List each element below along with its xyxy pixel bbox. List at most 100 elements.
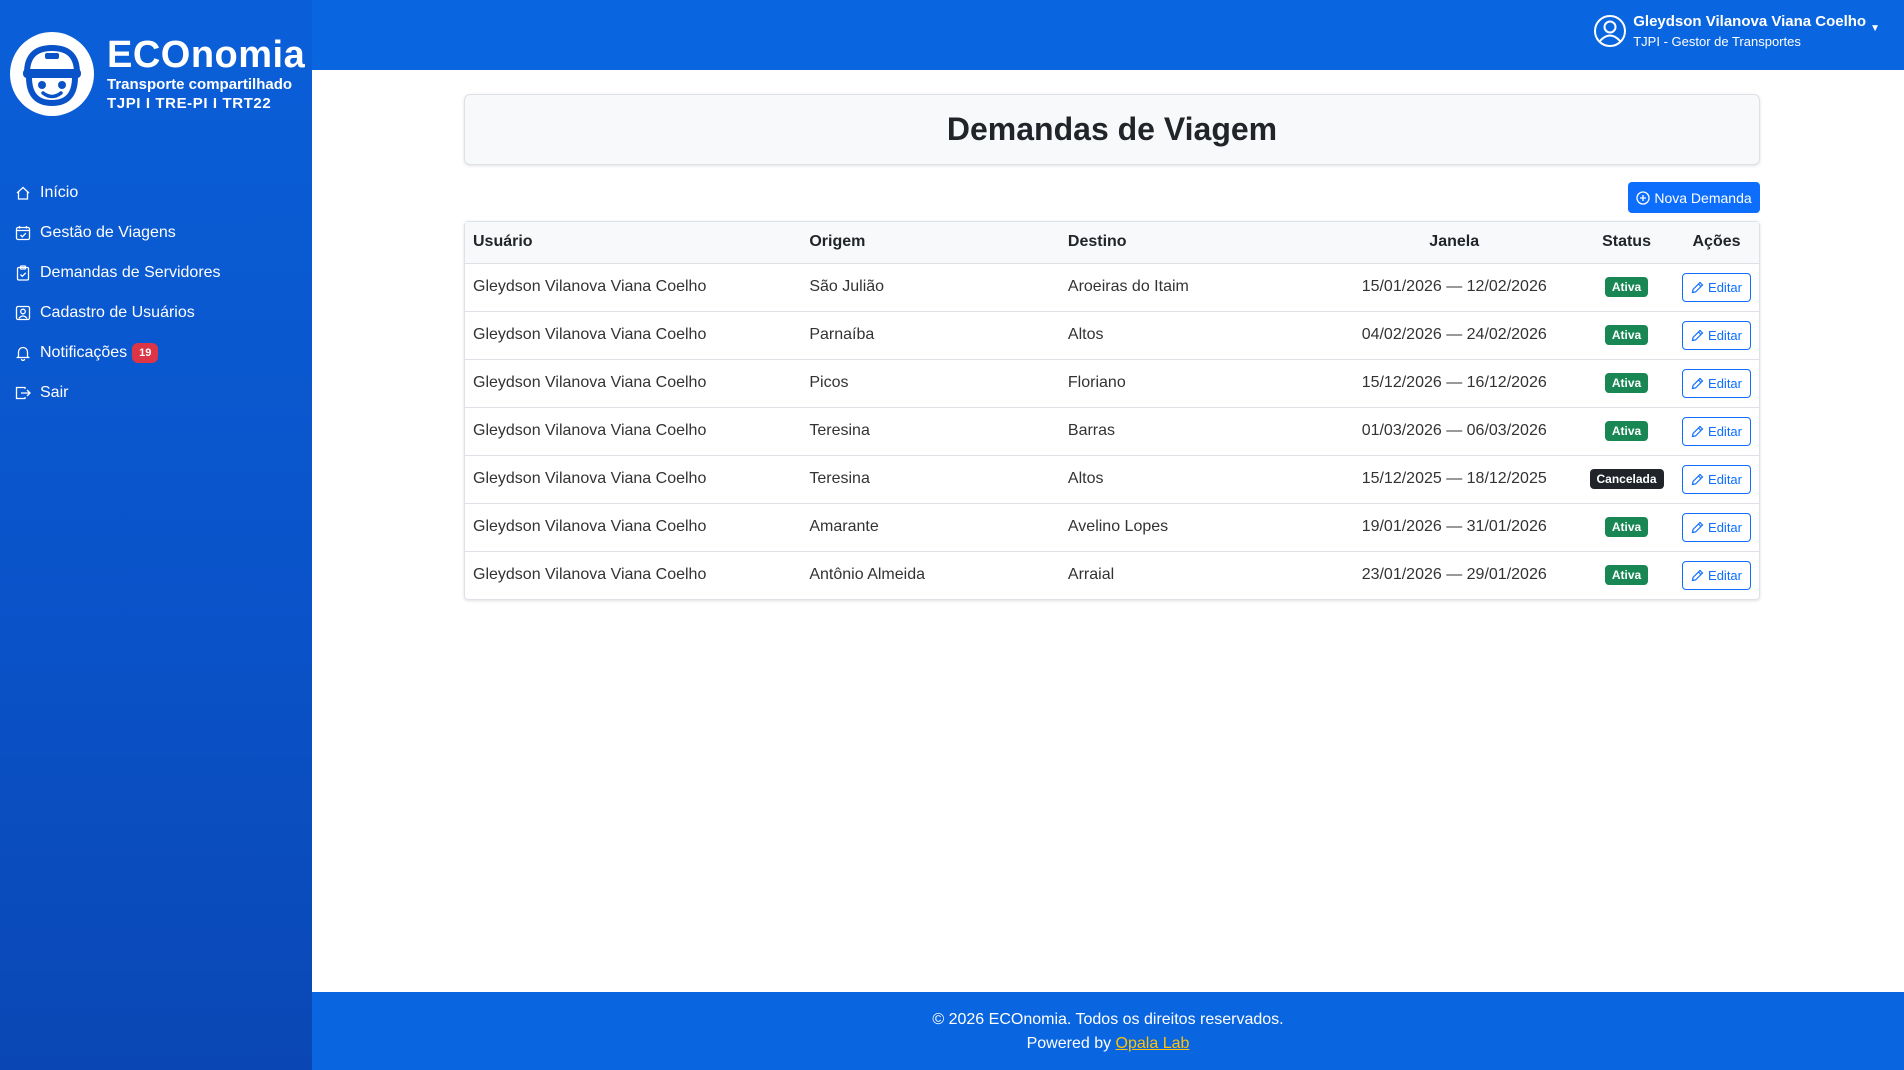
cell-destino: Altos	[1059, 455, 1330, 504]
status-badge: Ativa	[1604, 517, 1649, 537]
edit-button[interactable]: Editar	[1682, 512, 1751, 542]
cell-janela: 19/01/2026 — 31/01/2026	[1329, 503, 1580, 552]
edit-button[interactable]: Editar	[1682, 272, 1751, 302]
edit-button[interactable]: Editar	[1682, 560, 1751, 590]
house-icon	[16, 186, 30, 200]
sidebar-item-notificacoes[interactable]: Notificações 19	[0, 333, 312, 373]
pencil-icon	[1691, 377, 1704, 389]
footer-copyright: © 2026 ECOnomia. Todos os direitos reser…	[932, 1011, 1284, 1028]
demands-table-card: Usuário Origem Destino Janela Status Açõ…	[464, 221, 1760, 600]
cell-destino: Altos	[1059, 311, 1330, 360]
plus-circle-icon	[1636, 190, 1651, 205]
table-row: Gleydson Vilanova Viana Coelho Teresina …	[465, 455, 1759, 504]
table-row: Gleydson Vilanova Viana Coelho Picos Flo…	[465, 359, 1759, 408]
cell-usuario: Gleydson Vilanova Viana Coelho	[465, 503, 802, 552]
table-row: Gleydson Vilanova Viana Coelho Teresina …	[465, 407, 1759, 456]
column-header-acoes: Ações	[1674, 222, 1759, 264]
clipboard-check-icon	[16, 265, 30, 281]
footer: © 2026 ECOnomia. Todos os direitos reser…	[312, 992, 1904, 1070]
table-body: Gleydson Vilanova Viana Coelho São Juliã…	[465, 263, 1759, 599]
table-row: Gleydson Vilanova Viana Coelho São Juliã…	[465, 263, 1759, 312]
demands-table: Usuário Origem Destino Janela Status Açõ…	[465, 222, 1759, 599]
brand-subtitle: Transporte compartilhado	[107, 75, 293, 93]
cell-usuario: Gleydson Vilanova Viana Coelho	[465, 455, 802, 504]
edit-button-label: Editar	[1708, 279, 1742, 295]
cell-origem: São Julião	[801, 263, 1060, 312]
user-role: TJPI - Gestor de Transportes	[1633, 34, 1801, 49]
column-header-destino: Destino	[1059, 222, 1330, 264]
notification-count-badge: 19	[132, 343, 159, 363]
pencil-icon	[1691, 329, 1704, 341]
box-arrow-right-icon	[15, 386, 31, 400]
sidebar-nav: Início Gestão de Viagens Demandas de Ser…	[0, 173, 312, 413]
edit-button[interactable]: Editar	[1682, 464, 1751, 494]
sidebar-item-gestao-viagens[interactable]: Gestão de Viagens	[0, 213, 312, 253]
sidebar: ECOnomia Transporte compartilhado TJPI I…	[0, 0, 312, 1070]
edit-button-label: Editar	[1708, 327, 1742, 343]
user-name: Gleydson Vilanova Viana Coelho	[1633, 13, 1867, 30]
cell-destino: Barras	[1059, 407, 1330, 456]
cell-janela: 04/02/2026 — 24/02/2026	[1329, 311, 1580, 360]
table-row: Gleydson Vilanova Viana Coelho Amarante …	[465, 503, 1759, 552]
sidebar-item-label: Início	[40, 184, 79, 201]
sidebar-item-label: Notificações	[40, 344, 128, 361]
sidebar-item-label: Gestão de Viagens	[40, 224, 176, 241]
edit-button[interactable]: Editar	[1682, 416, 1751, 446]
cell-origem: Antônio Almeida	[809, 566, 925, 584]
caret-down-icon: ▼	[1870, 23, 1880, 34]
cell-destino: Arraial	[1067, 566, 1115, 584]
cell-origem: Parnaíba	[801, 311, 1060, 360]
calendar-check-icon	[15, 226, 31, 241]
pencil-icon	[1691, 521, 1704, 533]
edit-button[interactable]: Editar	[1682, 368, 1751, 398]
pencil-icon	[1691, 425, 1704, 437]
column-header-janela: Janela	[1329, 222, 1580, 264]
edit-button-label: Editar	[1708, 423, 1742, 439]
table-header-row: Usuário Origem Destino Janela Status Açõ…	[465, 222, 1759, 264]
cell-destino: Avelino Lopes	[1059, 503, 1330, 552]
table-row: Gleydson Vilanova Viana Coelho Parnaíba …	[465, 311, 1759, 360]
new-demand-button[interactable]: Nova Demanda	[1628, 182, 1760, 213]
cell-origem: Teresina	[801, 407, 1060, 456]
sidebar-item-label: Sair	[40, 384, 69, 401]
footer-powered: Powered by Opala Lab	[312, 1032, 1904, 1056]
cell-destino: Aroeiras do Itaim	[1059, 263, 1330, 312]
column-header-usuario: Usuário	[465, 222, 802, 264]
sidebar-item-demandas-servidores[interactable]: Demandas de Servidores	[0, 253, 312, 293]
opala-lab-link[interactable]: Opala Lab	[1116, 1035, 1190, 1052]
pencil-icon	[1691, 281, 1704, 293]
cell-usuario: Gleydson Vilanova Viana Coelho	[465, 263, 802, 312]
sidebar-item-inicio[interactable]: Início	[0, 173, 312, 213]
cell-janela: 23/01/2026 — 29/01/2026	[1361, 566, 1547, 584]
status-badge: Ativa	[1604, 277, 1649, 297]
page-title-card: Demandas de Viagem	[464, 94, 1760, 165]
sidebar-item-label: Cadastro de Usuários	[40, 304, 195, 321]
status-badge: Cancelada	[1589, 469, 1664, 489]
cell-usuario: Gleydson Vilanova Viana Coelho	[465, 407, 802, 456]
cell-usuario: Gleydson Vilanova Viana Coelho	[465, 359, 802, 408]
column-header-origem: Origem	[801, 222, 1060, 264]
cell-destino: Floriano	[1059, 359, 1330, 408]
edit-button-label: Editar	[1708, 519, 1742, 535]
cell-origem: Amarante	[801, 503, 1060, 552]
edit-button-label: Editar	[1708, 567, 1742, 583]
table-row: Gleydson Vilanova Viana Coelho Antônio A…	[465, 551, 1759, 599]
user-circle-icon	[1594, 15, 1627, 47]
sidebar-item-label: Demandas de Servidores	[40, 264, 221, 281]
edit-button[interactable]: Editar	[1682, 320, 1751, 350]
cell-janela: 15/01/2026 — 12/02/2026	[1329, 263, 1580, 312]
sidebar-item-cadastro-usuarios[interactable]: Cadastro de Usuários	[0, 293, 312, 333]
brand-name: ECOnomia	[107, 33, 306, 76]
driver-face-logo-icon	[10, 32, 94, 116]
status-badge: Ativa	[1604, 565, 1649, 586]
brand[interactable]: ECOnomia Transporte compartilhado TJPI I…	[10, 32, 305, 116]
cell-janela: 01/03/2026 — 06/03/2026	[1329, 407, 1580, 456]
status-badge: Ativa	[1604, 421, 1649, 441]
status-badge: Ativa	[1604, 373, 1649, 393]
cell-origem: Picos	[801, 359, 1060, 408]
user-menu-dropdown[interactable]: Gleydson Vilanova Viana Coelho TJPI - Ge…	[1593, 11, 1880, 52]
edit-button-label: Editar	[1708, 471, 1742, 487]
cell-origem: Teresina	[801, 455, 1060, 504]
sidebar-item-sair[interactable]: Sair	[0, 373, 312, 413]
cell-janela: 15/12/2026 — 16/12/2026	[1329, 359, 1580, 408]
